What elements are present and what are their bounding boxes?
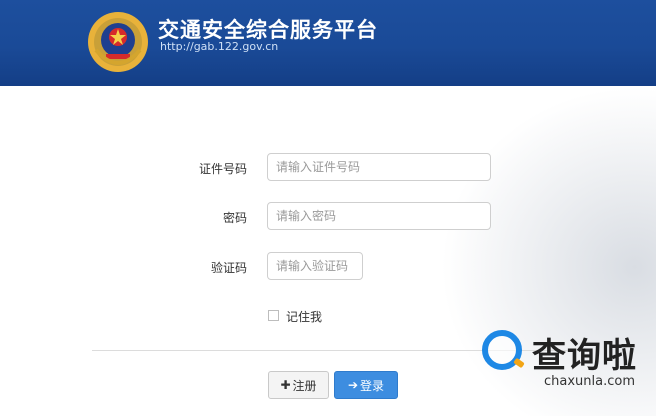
police-emblem-icon bbox=[88, 12, 148, 72]
header-bar: 交通安全综合服务平台 http://gab.122.gov.cn bbox=[0, 0, 656, 86]
register-button-label: 注册 bbox=[292, 378, 317, 393]
password-input[interactable] bbox=[267, 202, 491, 230]
sign-in-icon: ➔ bbox=[347, 378, 359, 392]
password-label: 密码 bbox=[222, 211, 247, 225]
magnifier-tail-icon bbox=[513, 357, 525, 369]
id-number-label: 证件号码 bbox=[198, 162, 247, 176]
watermark-url: chaxunla.com bbox=[544, 374, 635, 389]
watermark-text: 查询啦 bbox=[532, 336, 637, 376]
site-url: http://gab.122.gov.cn bbox=[160, 40, 279, 53]
register-button[interactable]: ✚ 注册 bbox=[268, 371, 329, 399]
captcha-input[interactable] bbox=[267, 252, 363, 280]
login-button-label: 登录 bbox=[360, 378, 385, 393]
plus-icon: ✚ bbox=[280, 378, 291, 392]
id-number-input[interactable] bbox=[267, 153, 491, 181]
login-button[interactable]: ➔ 登录 bbox=[334, 371, 398, 399]
captcha-label: 验证码 bbox=[210, 261, 247, 275]
watermark-logo: 查询啦 chaxunla.com bbox=[476, 324, 654, 398]
remember-me-checkbox[interactable] bbox=[268, 310, 279, 321]
remember-me-label[interactable]: 记住我 bbox=[286, 308, 322, 325]
